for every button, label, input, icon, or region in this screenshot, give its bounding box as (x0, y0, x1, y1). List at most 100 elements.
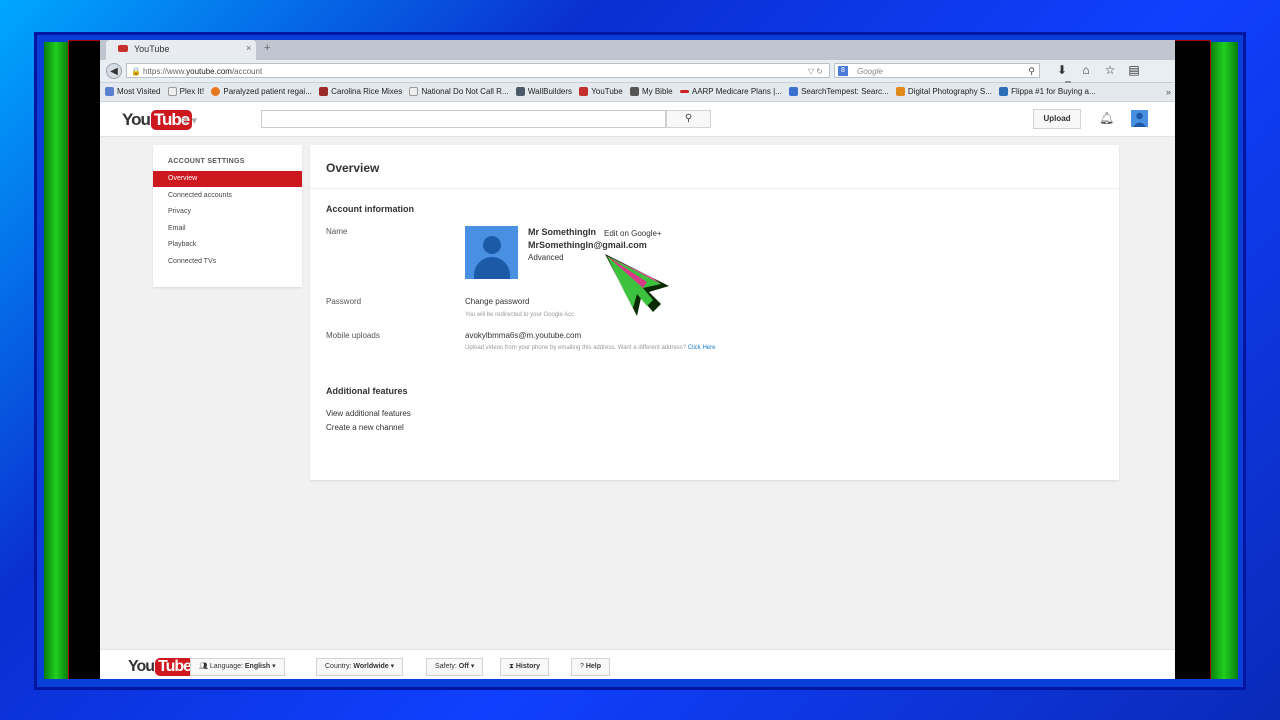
user-silhouette-icon (1133, 112, 1146, 127)
bookmark-icon (409, 87, 419, 97)
bookmark-star-icon[interactable]: ☆ (1098, 63, 1122, 77)
bookmark-item[interactable]: Most Visited (105, 83, 160, 101)
sidebar-item-playback[interactable]: Playback (153, 237, 302, 253)
password-hint: You will be redirected to your Google Ac… (465, 312, 575, 318)
bookmark-icon (629, 87, 639, 97)
chevron-down-icon: ▾ (272, 663, 276, 670)
youtube-favicon-icon (118, 45, 128, 52)
bookmark-icon (789, 87, 799, 97)
create-channel-link[interactable]: Create a new channel (326, 423, 404, 432)
history-button[interactable]: ⧗ History (500, 658, 549, 676)
upload-button[interactable]: Upload (1033, 109, 1081, 129)
address-bar[interactable]: 🔒 https://www.youtube.com/account ▽ ↻ (126, 63, 830, 78)
guide-menu-icon[interactable]: ≡ ▾ (182, 114, 197, 127)
browser-screen: YouTube × + ◀ 🔒 https://www.youtube.com/… (100, 40, 1175, 679)
black-bar-right (1175, 40, 1211, 679)
search-icon[interactable]: ⚲ (1028, 64, 1035, 79)
sidebar-item-connected-tvs[interactable]: Connected TVs (153, 254, 302, 270)
bookmark-item[interactable]: Paralyzed patient regai... (211, 83, 312, 101)
bookmark-icon (895, 87, 905, 97)
view-additional-features-link[interactable]: View additional features (326, 409, 411, 418)
language-selector[interactable]: 👥︎ Language: English ▾ (190, 658, 285, 676)
sidebar-item-email[interactable]: Email (153, 221, 302, 237)
bookmark-item[interactable]: Digital Photography S... (895, 83, 992, 101)
url-path: /account (231, 67, 263, 76)
safety-selector[interactable]: Safety: Off ▾ (426, 658, 484, 676)
edit-on-google-plus-link[interactable]: Edit on Google+ (604, 229, 662, 238)
bookmark-icon (579, 87, 589, 97)
mobile-upload-hint: Upload videos from your phone by emailin… (465, 345, 716, 351)
bookmark-item[interactable]: Flippa #1 for Buying a... (999, 83, 1096, 101)
page-title: Overview (326, 161, 380, 175)
hourglass-icon: ⧗ (509, 663, 516, 670)
youtube-masthead: You Tube ≡ ▾ ⚲ Upload 🔔︎ (100, 102, 1175, 137)
download-icon[interactable]: ⬇ (1050, 63, 1074, 77)
bookmark-icon (679, 90, 689, 94)
mobile-upload-address: avokylbmma6s@m.youtube.com (465, 331, 582, 340)
additional-features-heading: Additional features (326, 386, 408, 396)
bookmark-item[interactable]: WallBuilders (515, 83, 572, 101)
tab-youtube[interactable]: YouTube × (106, 40, 256, 60)
bookmark-item[interactable]: AARP Medicare Plans |... (679, 83, 782, 101)
chevron-down-icon: ▾ (390, 663, 395, 670)
google-engine-icon[interactable]: 8 (838, 66, 848, 76)
bookmarks-overflow-chevron-icon[interactable]: » (1166, 83, 1171, 101)
country-selector[interactable]: Country: Worldwide ▾ (316, 658, 404, 676)
mouse-cursor-icon (605, 254, 669, 316)
notifications-bell-icon[interactable]: 🔔︎ (1099, 111, 1114, 125)
user-silhouette-icon (483, 236, 501, 254)
search-icon: ⚲ (684, 113, 693, 124)
avatar[interactable] (1131, 110, 1148, 127)
search-button[interactable]: ⚲ (666, 110, 711, 128)
sidebar-item-privacy[interactable]: Privacy (153, 204, 302, 220)
green-stripe-right (1210, 42, 1238, 679)
help-button[interactable]: ? Help (571, 658, 611, 676)
new-tab-button[interactable]: + (264, 42, 270, 54)
password-label: Password (326, 297, 362, 306)
click-here-link[interactable]: Click Here (688, 345, 716, 351)
youtube-footer: You Tube 👥︎ Language: English ▾ Country: … (100, 649, 1175, 679)
sidebar-item-connected-accounts[interactable]: Connected accounts (153, 188, 302, 204)
account-email: MrSomethingIn@gmail.com (528, 240, 647, 250)
url-prefix: https://www. (143, 67, 187, 76)
tab-close-icon[interactable]: × (246, 43, 251, 53)
bookmark-item[interactable]: SearchTempest: Searc... (789, 83, 889, 101)
name-label: Name (326, 227, 348, 236)
lock-icon: 🔒 (131, 67, 141, 76)
user-silhouette-body (474, 257, 510, 279)
sidebar-item-overview[interactable]: Overview (153, 171, 302, 187)
bookmark-item[interactable]: My Bible (629, 83, 673, 101)
bookmarks-menu-icon[interactable]: ▤ (1122, 63, 1146, 77)
bookmark-icon (515, 87, 525, 97)
black-bar-left (68, 40, 100, 679)
back-button[interactable]: ◀ (106, 63, 122, 79)
bookmark-item[interactable]: Carolina Rice Mixes (319, 83, 402, 101)
account-information-heading: Account information (326, 204, 414, 214)
navigation-bar: ◀ 🔒 https://www.youtube.com/account ▽ ↻ … (100, 60, 1175, 91)
tab-title: YouTube (134, 44, 170, 54)
profile-avatar[interactable] (465, 226, 518, 279)
bookmark-icon (999, 87, 1009, 97)
mobile-uploads-label: Mobile uploads (326, 331, 380, 340)
overview-panel: Overview Account information Name Mr Som… (310, 145, 1119, 480)
green-stripe-left (44, 42, 68, 679)
bookmark-item[interactable]: National Do Not Call R... (409, 83, 509, 101)
bookmark-item[interactable]: YouTube (579, 83, 623, 101)
reload-icon[interactable]: ▽ ↻ (808, 64, 823, 79)
chevron-down-icon: ▾ (470, 663, 475, 670)
url-domain: youtube.com (186, 67, 232, 76)
search-engine-box[interactable]: 8 Google ⚲ (834, 63, 1040, 78)
bookmark-icon (211, 87, 221, 97)
display-name[interactable]: Mr SomethingIn (528, 227, 596, 237)
bookmark-icon (319, 87, 329, 97)
home-icon[interactable]: ⌂ (1074, 63, 1098, 77)
search-input[interactable] (261, 110, 666, 128)
bookmark-item[interactable]: Plex It! (167, 83, 204, 101)
bookmarks-toolbar: Most Visited Plex It! Paralyzed patient … (100, 83, 1175, 102)
account-settings-sidebar: ACCOUNT SETTINGS Overview Connected acco… (153, 145, 302, 287)
footer-youtube-logo[interactable]: You Tube (128, 658, 195, 676)
tab-bar: YouTube × + (100, 40, 1175, 60)
change-password-link[interactable]: Change password (465, 297, 529, 306)
advanced-link[interactable]: Advanced (528, 253, 564, 262)
search-engine-placeholder: Google (857, 67, 883, 76)
